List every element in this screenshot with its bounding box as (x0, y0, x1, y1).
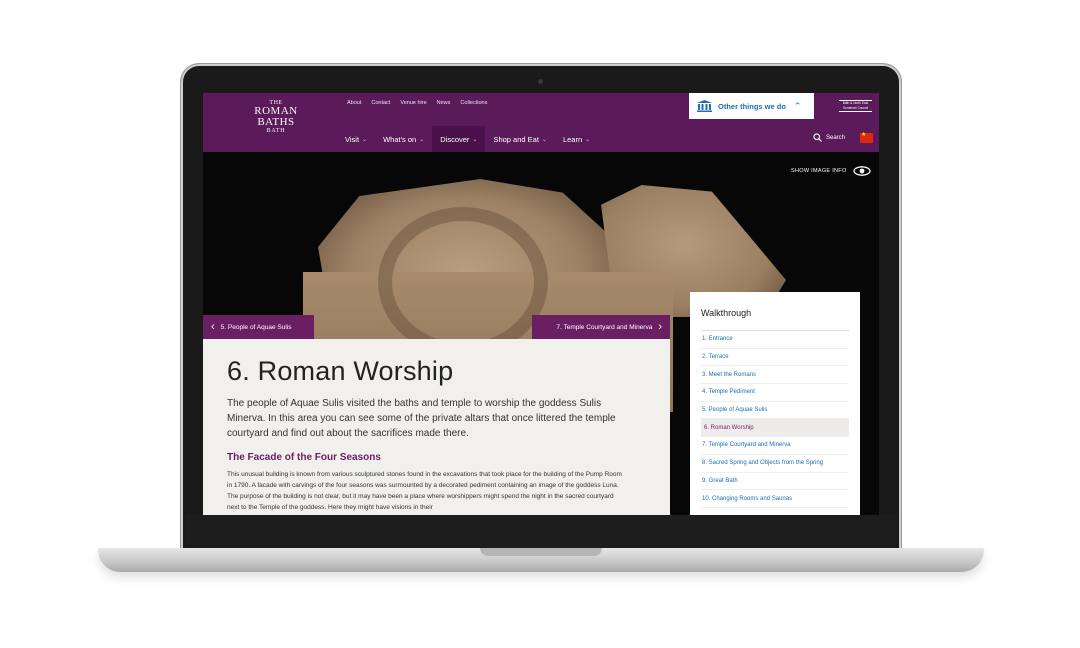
logo-line: BATH (266, 128, 286, 134)
walkthrough-item[interactable]: 7. Temple Courtyard and Minerva (701, 437, 849, 455)
nav-label: What's on (383, 134, 417, 144)
walkthrough-panel: Walkthrough 1. Entrance 2. Terrace 3. Me… (690, 292, 860, 515)
walkthrough-item[interactable]: 5. People of Aquae Sulis (701, 402, 849, 420)
chevron-left-icon: ‹ (211, 321, 215, 333)
camera-icon (538, 79, 543, 84)
body-text: This unusual building is known from vari… (227, 471, 622, 511)
walkthrough-item[interactable]: 2. Terrace (701, 349, 849, 367)
next-section-label: 7. Temple Courtyard and Minerva (556, 323, 653, 331)
other-things-button[interactable]: Other things we do ⌃ (689, 93, 814, 119)
chevron-up-icon: ⌃ (793, 100, 802, 111)
chevron-right-icon: › (658, 321, 662, 333)
nav-label: Learn (562, 134, 583, 144)
chevron-down-icon: ⌄ (362, 136, 368, 143)
section-heading: The Facade of the Four Seasons (227, 452, 381, 463)
content-panel: 6. Roman Worship The people of Aquae Sul… (203, 339, 670, 515)
utility-link-news[interactable]: News (437, 100, 451, 106)
walkthrough-item[interactable]: 1. Entrance (701, 331, 849, 349)
site-header: THE ROMAN BATHS BATH About Contact Venue… (203, 93, 879, 152)
utility-nav: About Contact Venue hire News Collection… (347, 100, 487, 106)
chevron-down-icon: ⌄ (472, 136, 478, 143)
show-image-info-button[interactable]: SHOW IMAGE INFO (791, 166, 871, 176)
hero-image: SHOW IMAGE INFO ‹ 5. People of Aquae Sul… (203, 152, 879, 515)
carved-arch (378, 207, 548, 357)
council-logo[interactable]: Bath & North East Somerset Council (839, 100, 872, 112)
nav-label: Shop and Eat (493, 134, 539, 144)
other-things-label: Other things we do (718, 101, 786, 111)
nav-item-whats-on[interactable]: What's on ⌄ (375, 126, 432, 152)
chinese-language-flag-icon[interactable] (860, 131, 873, 143)
search-button[interactable]: Search (813, 133, 845, 142)
chevron-down-icon: ⌄ (541, 136, 547, 143)
eye-icon (852, 166, 871, 176)
nav-label: Visit (345, 134, 360, 144)
utility-link-contact[interactable]: Contact (371, 100, 390, 106)
page-title: 6. Roman Worship (227, 356, 454, 386)
utility-link-collections[interactable]: Collections (460, 100, 487, 106)
walkthrough-item[interactable]: 9. Great Bath (701, 473, 849, 491)
screen: THE ROMAN BATHS BATH About Contact Venue… (203, 93, 879, 515)
museum-icon (697, 100, 712, 112)
nav-item-learn[interactable]: Learn ⌄ (555, 126, 598, 152)
search-icon (813, 133, 822, 142)
utility-link-about[interactable]: About (347, 100, 361, 106)
nav-item-discover[interactable]: Discover ⌄ (432, 126, 486, 152)
main-nav: Visit ⌄ What's on ⌄ Discover ⌄ Shop and Eat… (337, 126, 598, 152)
walkthrough-item[interactable]: 10. Changing Rooms and Saunas (701, 490, 849, 508)
laptop-bezel (185, 514, 897, 548)
walkthrough-item-current[interactable]: 6. Roman Worship (701, 419, 849, 438)
laptop-notch (480, 548, 602, 556)
walkthrough-title: Walkthrough (701, 308, 849, 331)
walkthrough-item[interactable]: 8. Sacred Spring and Objects from the Sp… (701, 455, 849, 473)
previous-section-link[interactable]: ‹ 5. People of Aquae Sulis (203, 315, 314, 339)
site-logo[interactable]: THE ROMAN BATHS BATH (249, 100, 303, 134)
previous-section-label: 5. People of Aquae Sulis (220, 323, 292, 331)
show-image-info-label: SHOW IMAGE INFO (791, 168, 847, 174)
utility-link-venue-hire[interactable]: Venue hire (400, 100, 426, 106)
nav-label: Discover (440, 134, 470, 144)
next-section-link[interactable]: 7. Temple Courtyard and Minerva › (532, 315, 670, 339)
walkthrough-item[interactable]: 3. Meet the Romans (701, 366, 849, 385)
search-label: Search (826, 134, 846, 141)
intro-text: The people of Aquae Sulis visited the ba… (227, 398, 616, 439)
chevron-down-icon: ⌄ (419, 136, 425, 143)
nav-item-visit[interactable]: Visit ⌄ (337, 126, 375, 152)
walkthrough-item[interactable]: 4. Temple Pediment (701, 384, 849, 402)
logo-line: BATHS (257, 116, 295, 128)
chevron-down-icon: ⌄ (585, 136, 591, 143)
nav-item-shop-and-eat[interactable]: Shop and Eat ⌄ (485, 126, 555, 152)
